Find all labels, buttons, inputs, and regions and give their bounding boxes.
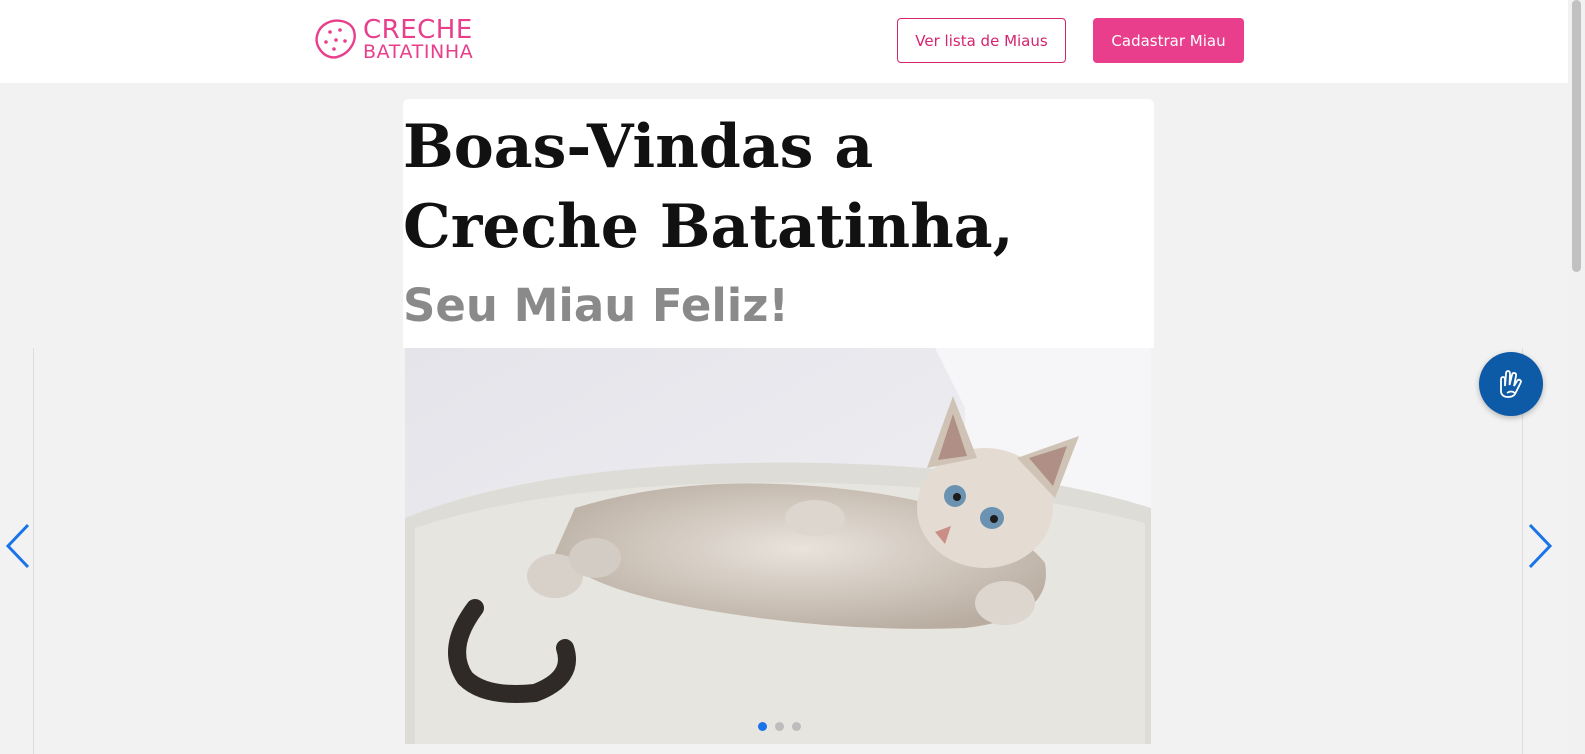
- page-subtitle: Seu Miau Feliz!: [403, 279, 789, 332]
- welcome-card: Boas-Vindas a Creche Batatinha, Seu Miau…: [403, 99, 1154, 348]
- carousel-dot-2[interactable]: [775, 722, 784, 731]
- page-scrollbar-thumb[interactable]: [1572, 0, 1581, 272]
- sign-language-hands-icon: [1500, 370, 1522, 398]
- carousel-dot-1[interactable]: [758, 722, 767, 731]
- kitten-photo: [405, 348, 1151, 744]
- potato-icon: [315, 19, 356, 59]
- chevron-left-icon[interactable]: [4, 522, 34, 570]
- page-title: Boas-Vindas a Creche Batatinha,: [403, 112, 1014, 262]
- view-cats-list-button[interactable]: Ver lista de Miaus: [897, 18, 1066, 63]
- register-cat-button[interactable]: Cadastrar Miau: [1093, 18, 1244, 63]
- carousel-indicators: [758, 722, 801, 731]
- carousel-slide-image: [405, 348, 1151, 744]
- top-header: CRECHE BATATINHA Ver lista de Miaus Cada…: [0, 0, 1568, 83]
- logo-text-creche: CRECHE: [363, 15, 473, 45]
- carousel-dot-3[interactable]: [792, 722, 801, 731]
- chevron-right-icon[interactable]: [1524, 522, 1554, 570]
- site-logo[interactable]: CRECHE BATATINHA: [313, 15, 474, 63]
- logo-text-batatinha: BATATINHA: [363, 40, 474, 63]
- accessibility-widget-button[interactable]: [1479, 352, 1543, 416]
